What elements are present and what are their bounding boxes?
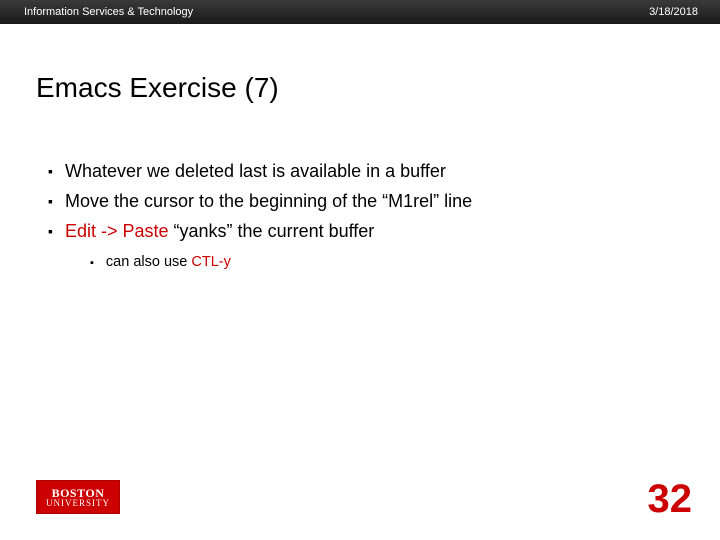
logo-line2: UNIVERSITY bbox=[46, 499, 110, 508]
bullet-marker-icon: ▪ bbox=[48, 161, 53, 181]
boston-university-logo: BOSTON UNIVERSITY bbox=[36, 480, 120, 514]
sub-bullet-text-red: CTL-y bbox=[191, 254, 230, 270]
bullet-marker-icon: ▪ bbox=[48, 191, 53, 211]
bullet-text-red: Edit -> Paste bbox=[65, 221, 169, 241]
bullet-item: ▪ Whatever we deleted last is available … bbox=[48, 158, 668, 184]
bullet-marker-icon: ▪ bbox=[48, 221, 53, 241]
header-date: 3/18/2018 bbox=[649, 6, 698, 18]
bullet-text: Edit -> Paste “yanks” the current buffer bbox=[65, 218, 374, 244]
header-bar: Information Services & Technology 3/18/2… bbox=[0, 0, 720, 24]
slide: Information Services & Technology 3/18/2… bbox=[0, 0, 720, 540]
bullet-list: ▪ Whatever we deleted last is available … bbox=[48, 158, 668, 248]
bullet-marker-icon: ▪ bbox=[90, 255, 94, 272]
bullet-text: Move the cursor to the beginning of the … bbox=[65, 188, 472, 214]
slide-title: Emacs Exercise (7) bbox=[36, 72, 279, 104]
bullet-item: ▪ Move the cursor to the beginning of th… bbox=[48, 188, 668, 214]
header-org: Information Services & Technology bbox=[24, 6, 193, 18]
bullet-item: ▪ Edit -> Paste “yanks” the current buff… bbox=[48, 218, 668, 244]
bullet-text-plain: “yanks” the current buffer bbox=[169, 221, 375, 241]
sub-bullet-text-plain: can also use bbox=[106, 254, 191, 270]
page-number: 32 bbox=[648, 477, 693, 522]
sub-bullet-item: ▪ can also use CTL-y bbox=[90, 252, 650, 274]
sub-bullet-text: can also use CTL-y bbox=[106, 252, 231, 274]
sub-bullet-list: ▪ can also use CTL-y bbox=[90, 252, 650, 274]
bullet-text: Whatever we deleted last is available in… bbox=[65, 158, 446, 184]
logo-line1: BOSTON bbox=[52, 487, 105, 499]
